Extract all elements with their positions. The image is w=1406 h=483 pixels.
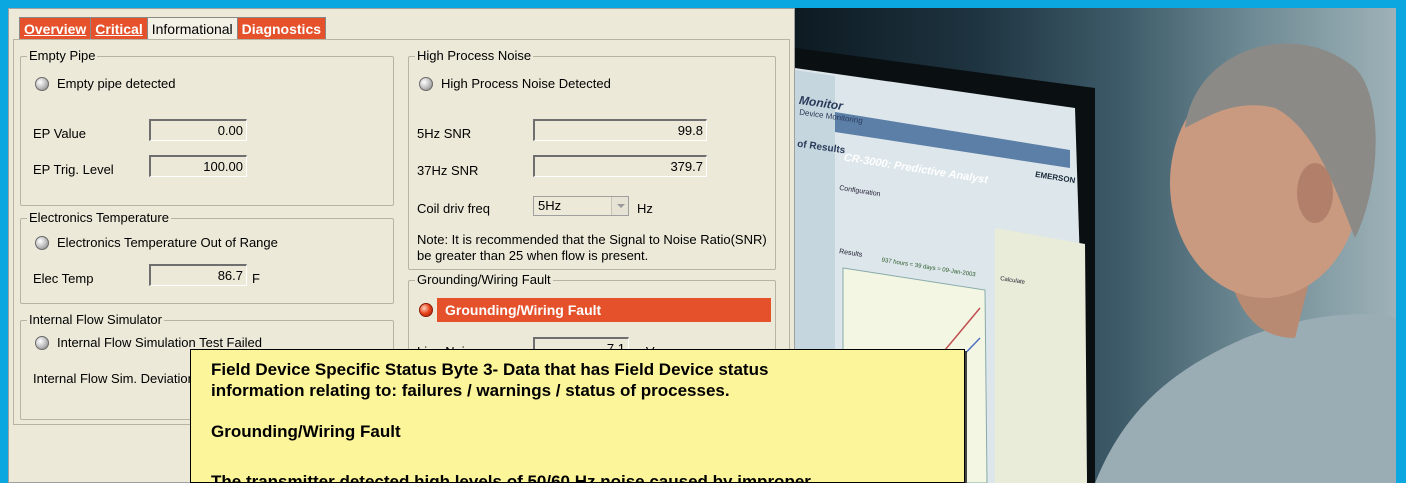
tab-overview[interactable]: Overview [19,17,92,39]
chevron-down-icon[interactable] [611,197,628,215]
snr37-field: 379.7 [533,155,707,177]
empty-pipe-legend: Empty Pipe [27,48,98,63]
status-tooltip: Field Device Specific Status Byte 3- Dat… [190,349,965,483]
snr37-label: 37Hz SNR [417,163,479,178]
coil-freq-select[interactable]: 5Hz [533,196,629,216]
flow-sim-indicator-label: Internal Flow Simulation Test Failed [57,335,262,350]
flow-sim-indicator-icon [35,336,49,350]
tooltip-line4: The transmitter detected high levels of … [211,472,811,483]
ep-trig-level-label: EP Trig. Level [33,162,114,177]
elec-temp-unit: F [252,271,260,286]
tooltip-line2: information relating to: failures / warn… [211,381,730,400]
tab-diagnostics[interactable]: Diagnostics [236,17,327,39]
coil-freq-value: 5Hz [538,198,562,213]
high-noise-indicator-label: High Process Noise Detected [441,76,611,91]
ep-trig-level-field: 100.00 [149,155,247,177]
flow-sim-deviation-label: Internal Flow Sim. Deviation [33,371,195,386]
tab-critical[interactable]: Critical [90,17,148,39]
snr-note-line1: Note: It is recommended that the Signal … [417,232,767,247]
snr5-label: 5Hz SNR [417,126,472,141]
man-ear [1297,163,1333,223]
tab-informational[interactable]: Informational [146,17,238,39]
snr-note-line2: be greater than 25 when flow is present. [417,248,649,263]
electronics-temp-group: Electronics Temperature Electronics Temp… [20,210,394,304]
coil-freq-unit: Hz [637,201,653,216]
high-noise-indicator-icon [419,77,433,91]
empty-pipe-indicator-label: Empty pipe detected [57,76,176,91]
tooltip-heading: Grounding/Wiring Fault [211,422,401,441]
elec-temp-label: Elec Temp [33,271,94,286]
electronics-temp-indicator-label: Electronics Temperature Out of Range [57,235,278,250]
ep-value-field: 0.00 [149,119,247,141]
screen-side-pane [995,228,1087,483]
coil-freq-label: Coil driv freq [417,201,490,216]
grounding-legend: Grounding/Wiring Fault [415,272,553,287]
tooltip-line1: Field Device Specific Status Byte 3- Dat… [211,360,769,379]
high-noise-legend: High Process Noise [415,48,534,63]
electronics-temp-legend: Electronics Temperature [27,210,171,225]
grounding-indicator-icon [419,303,433,317]
flow-sim-legend: Internal Flow Simulator [27,312,164,327]
ep-value-label: EP Value [33,126,87,141]
snr5-field: 99.8 [533,119,707,141]
tab-strip: Overview Critical Informational Diagnost… [19,17,327,39]
man-shirt [1095,314,1396,483]
empty-pipe-indicator-icon [35,77,49,91]
electronics-temp-indicator-icon [35,236,49,250]
grounding-indicator-label: Grounding/Wiring Fault [437,298,771,322]
empty-pipe-group: Empty Pipe Empty pipe detected EP Value … [20,48,394,206]
elec-temp-field: 86.7 [149,264,247,286]
high-noise-group: High Process Noise High Process Noise De… [408,48,776,270]
